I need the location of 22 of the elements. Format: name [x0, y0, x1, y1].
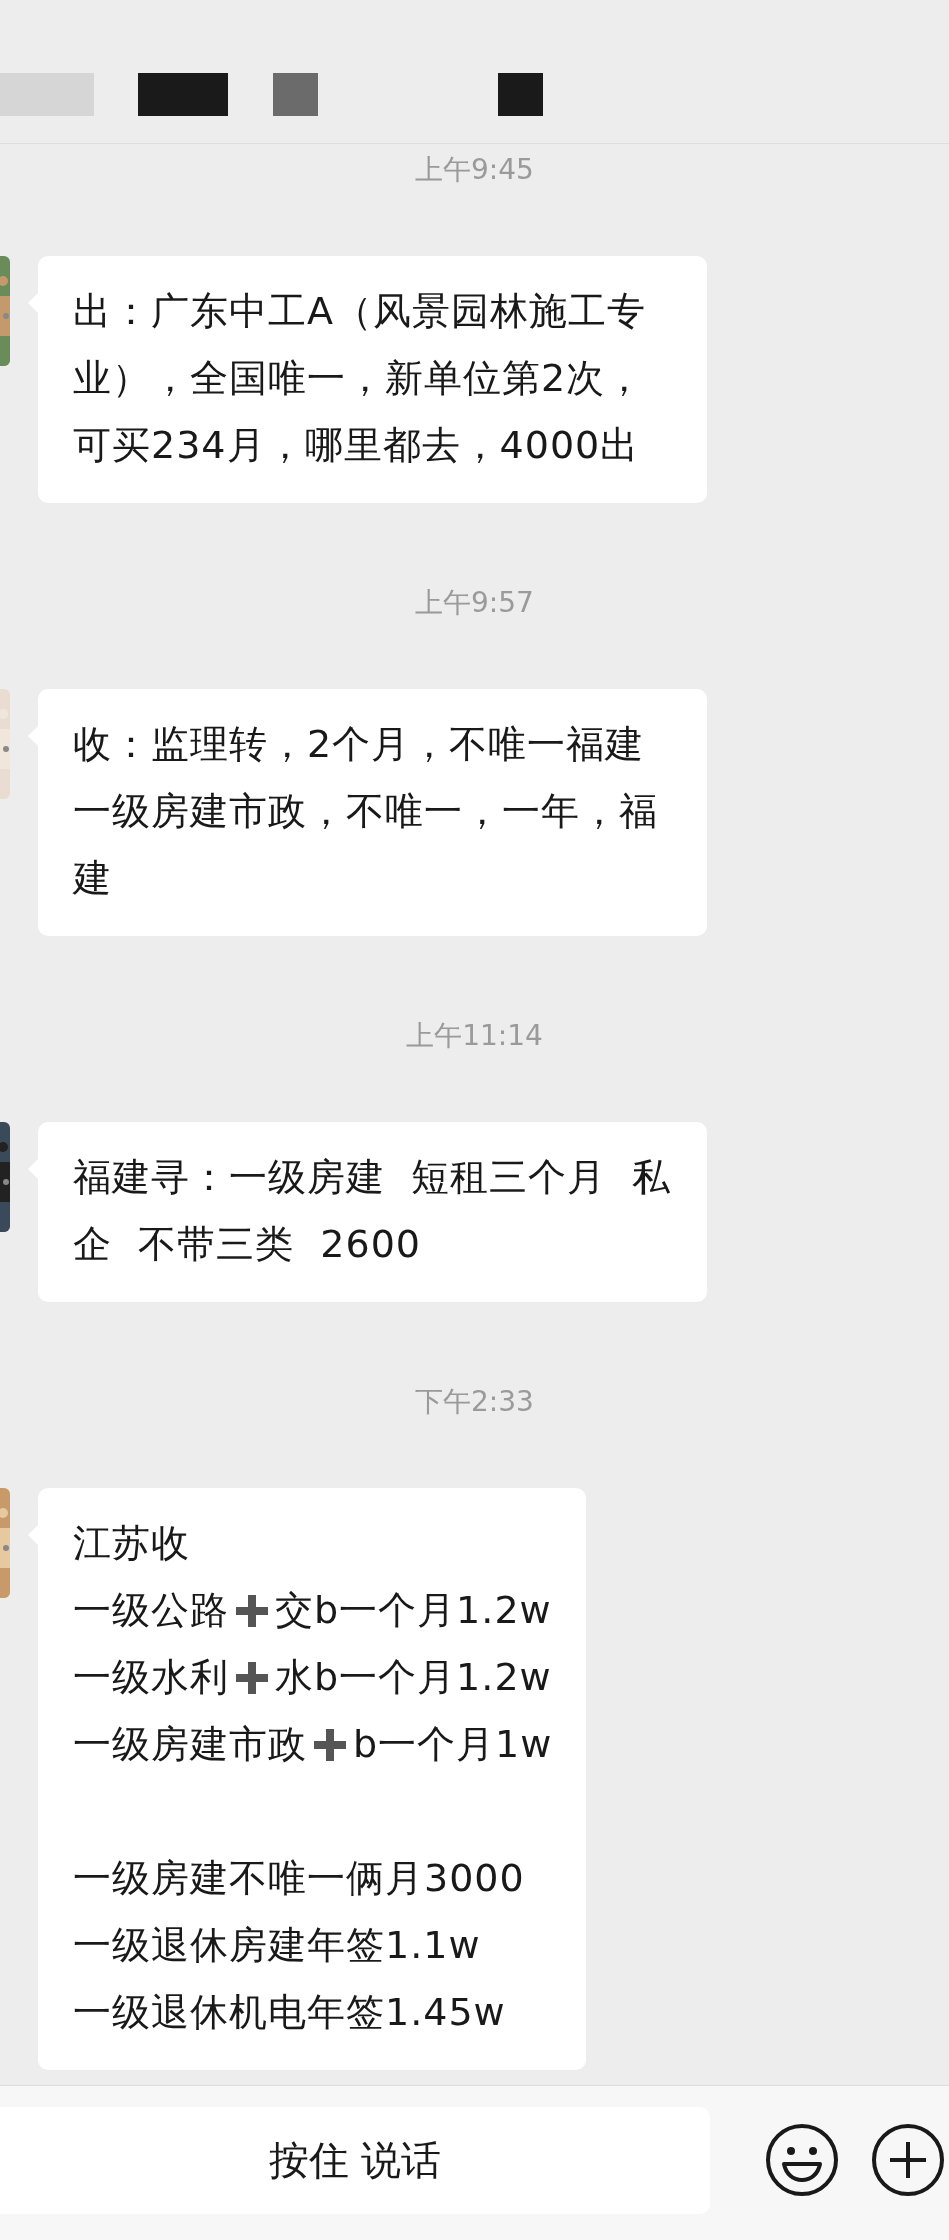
message-text: 水b一个月1.2w — [275, 1654, 552, 1701]
message-text: 一级水利 — [73, 1654, 229, 1701]
message-text: 交b一个月1.2w — [275, 1587, 552, 1634]
timestamp: 上午9:45 — [415, 152, 534, 188]
message-text: 一级退休机电年签1.45w — [73, 1989, 506, 2036]
message-text: 一级房建市政 — [73, 1721, 307, 1768]
message-text: 出：广东中工A（风景园林施工专业），全国唯一，新单位第2次，可买234月，哪里都去，4000出 — [73, 288, 647, 469]
hold-to-talk-button[interactable]: 按住 说话 — [0, 2106, 710, 2214]
timestamp: 下午2:33 — [415, 1384, 534, 1420]
message-text: 江苏收 — [73, 1520, 190, 1567]
message-text: 一级退休房建年签1.1w — [73, 1922, 481, 1969]
add-icon[interactable] — [870, 2122, 946, 2198]
message-text: 一级房建不唯一俩月3000 — [73, 1855, 525, 1902]
emoji-icon[interactable] — [764, 2122, 840, 2198]
timestamp: 上午9:57 — [415, 585, 534, 621]
redacted-block — [498, 73, 543, 116]
message-text: 福建寻：一级房建 短租三个月 私企 不带三类 2600 — [73, 1154, 673, 1268]
message-text: 一级公路 — [73, 1587, 229, 1634]
timestamp: 上午11:14 — [406, 1018, 543, 1054]
redacted-block — [273, 73, 318, 116]
message-text: 收：监理转，2个月，不唯一福建一级房建市政，不唯一，一年，福建 — [73, 721, 659, 902]
message-text: b一个月1w — [353, 1721, 553, 1768]
